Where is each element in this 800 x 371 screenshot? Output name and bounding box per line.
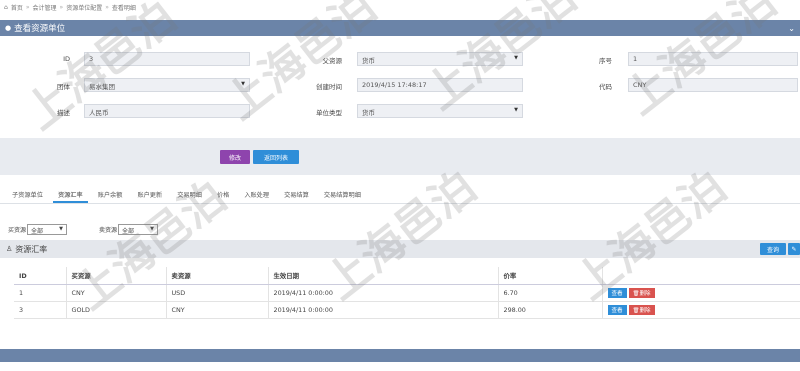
created-field[interactable]: 2019/4/15 17:48:17 xyxy=(357,78,523,92)
group-select[interactable]: 易水集团 ▼ xyxy=(84,78,250,92)
panel-header: ● 查看资源单位 ⌄ xyxy=(0,20,800,36)
cell-sell: CNY xyxy=(165,301,268,319)
panel-title: 查看资源单位 xyxy=(14,24,66,34)
buy-filter-value: 全部 xyxy=(31,227,44,235)
delete-button[interactable]: 🗑删除 xyxy=(628,288,655,298)
trash-icon: 🗑 xyxy=(632,308,640,314)
cell-actions: 查看 🗑删除 xyxy=(601,284,800,302)
cell-buy: CNY xyxy=(65,284,166,302)
desc-label: 描述 xyxy=(57,109,70,117)
caret-down-icon: ▼ xyxy=(514,107,518,113)
filter-row: 买资源 全部 ▼ 卖资源 全部 ▼ xyxy=(0,222,159,236)
col-id[interactable]: ID xyxy=(14,267,66,285)
caret-down-icon: ▼ xyxy=(150,225,155,232)
breadcrumb-detail: 查看明细 xyxy=(111,4,136,12)
created-label: 创建时间 xyxy=(316,83,342,91)
cell-id: 3 xyxy=(14,301,66,319)
caret-down-icon: ▼ xyxy=(514,55,518,61)
delete-button[interactable]: 🗑删除 xyxy=(628,305,655,315)
parent-label: 父资源 xyxy=(322,57,343,65)
breadcrumb-unit-config[interactable]: 资源单位配置 xyxy=(66,3,102,12)
created-value: 2019/4/15 17:48:17 xyxy=(362,81,427,89)
col-actions xyxy=(601,267,800,285)
view-button[interactable]: 查看 xyxy=(607,288,627,298)
delete-label: 删除 xyxy=(639,308,651,314)
seq-label: 序号 xyxy=(599,57,612,65)
desc-value: 人民币 xyxy=(89,109,109,117)
pencil-icon[interactable]: ✎ xyxy=(788,243,800,255)
section-title: 资源汇率 xyxy=(15,244,48,254)
edit-button[interactable]: 修改 xyxy=(220,150,250,164)
tab-posting[interactable]: 入账处理 xyxy=(239,186,274,203)
group-value: 易水集团 xyxy=(89,83,115,91)
query-button[interactable]: 查询 xyxy=(760,243,786,255)
tab-exchange-rate[interactable]: 资源汇率 xyxy=(52,186,88,203)
tab-transaction-detail[interactable]: 交易明细 xyxy=(172,186,207,203)
tab-account-balance[interactable]: 账户余额 xyxy=(93,186,128,203)
action-bar: 修改 返回列表 xyxy=(0,138,800,175)
table-row: 1 CNY USD 2019/4/11 0:00:00 6.70 查看 🗑删除 xyxy=(14,284,800,302)
buy-filter-label: 买资源 xyxy=(8,226,27,234)
breadcrumb-accounting[interactable]: 会计管理 xyxy=(33,3,57,12)
caret-down-icon: ▼ xyxy=(241,81,245,87)
tab-bar: 子资源单位 资源汇率 账户余额 账户更新 交易明细 价格 入账处理 交易结算 交… xyxy=(0,186,800,204)
user-group-icon: ♙ xyxy=(6,245,13,253)
code-field[interactable]: CNY xyxy=(628,78,798,92)
buy-filter-select[interactable]: 全部 ▼ xyxy=(27,223,68,235)
table-row: 3 GOLD CNY 2019/4/11 0:00:00 298.00 查看 🗑删… xyxy=(14,301,800,319)
tab-account-update[interactable]: 账户更新 xyxy=(132,186,167,203)
id-field[interactable]: 3 xyxy=(84,52,250,66)
cell-sell: USD xyxy=(165,284,268,302)
cell-id: 1 xyxy=(14,284,66,302)
seq-value: 1 xyxy=(633,55,638,63)
seq-field[interactable]: 1 xyxy=(628,52,798,66)
unit-type-label: 单位类型 xyxy=(316,109,342,117)
desc-field[interactable]: 人民币 xyxy=(84,104,250,118)
cell-rate: 298.00 xyxy=(497,301,602,319)
cell-date: 2019/4/11 0:00:00 xyxy=(267,284,498,302)
detail-form: ID 3 父资源 货币 ▼ 序号 1 团体 易水集团 ▼ 创建时间 2019/4/1… xyxy=(0,36,800,138)
table-header-row: ID 买资源 卖资源 生效日期 价率 xyxy=(14,267,800,285)
tab-sub-units[interactable]: 子资源单位 xyxy=(0,186,48,203)
section-header: ♙ 资源汇率 查询 ✎ xyxy=(0,240,800,258)
cell-actions: 查看 🗑删除 xyxy=(601,301,800,319)
group-label: 团体 xyxy=(57,83,70,91)
caret-down-icon: ▼ xyxy=(59,225,64,232)
cell-date: 2019/4/11 0:00:00 xyxy=(267,301,498,319)
cell-rate: 6.70 xyxy=(497,284,602,302)
trash-icon: 🗑 xyxy=(632,291,640,297)
tab-settlement-detail[interactable]: 交易结算明细 xyxy=(319,186,366,203)
breadcrumb-home[interactable]: 首页 xyxy=(11,3,23,12)
parent-value: 货币 xyxy=(362,57,375,65)
id-value: 3 xyxy=(89,55,94,63)
code-value: CNY xyxy=(633,81,647,89)
breadcrumb-separator: » xyxy=(105,3,109,11)
breadcrumb-separator: » xyxy=(59,3,64,11)
unit-type-select[interactable]: 货币 ▼ xyxy=(357,104,523,118)
sell-filter-label: 卖资源 xyxy=(99,226,118,234)
back-to-list-button[interactable]: 返回列表 xyxy=(253,150,299,164)
delete-label: 删除 xyxy=(639,291,651,297)
tab-price[interactable]: 价格 xyxy=(212,186,234,203)
col-sell[interactable]: 卖资源 xyxy=(165,267,268,285)
sell-filter-select[interactable]: 全部 ▼ xyxy=(118,223,159,235)
view-button[interactable]: 查看 xyxy=(607,305,627,315)
rate-table: ID 买资源 卖资源 生效日期 价率 1 CNY USD 2019/4/11 0… xyxy=(14,267,800,319)
home-icon[interactable]: ⌂ xyxy=(4,4,8,11)
tab-settlement[interactable]: 交易结算 xyxy=(279,186,314,203)
breadcrumb: ⌂ 首页 » 会计管理 » 资源单位配置 » 查看明细 xyxy=(0,0,800,14)
code-label: 代码 xyxy=(599,83,612,91)
cell-buy: GOLD xyxy=(65,301,166,319)
chevron-down-icon[interactable]: ⌄ xyxy=(788,24,795,33)
col-rate[interactable]: 价率 xyxy=(497,267,602,285)
breadcrumb-separator: » xyxy=(25,3,30,11)
unit-type-value: 货币 xyxy=(362,109,375,117)
sell-filter-value: 全部 xyxy=(122,227,135,235)
id-label: ID xyxy=(63,55,70,63)
col-buy[interactable]: 买资源 xyxy=(65,267,166,285)
col-date[interactable]: 生效日期 xyxy=(267,267,498,285)
panel-icon: ● xyxy=(5,24,12,32)
parent-select[interactable]: 货币 ▼ xyxy=(357,52,523,66)
footer-bar xyxy=(0,349,800,362)
